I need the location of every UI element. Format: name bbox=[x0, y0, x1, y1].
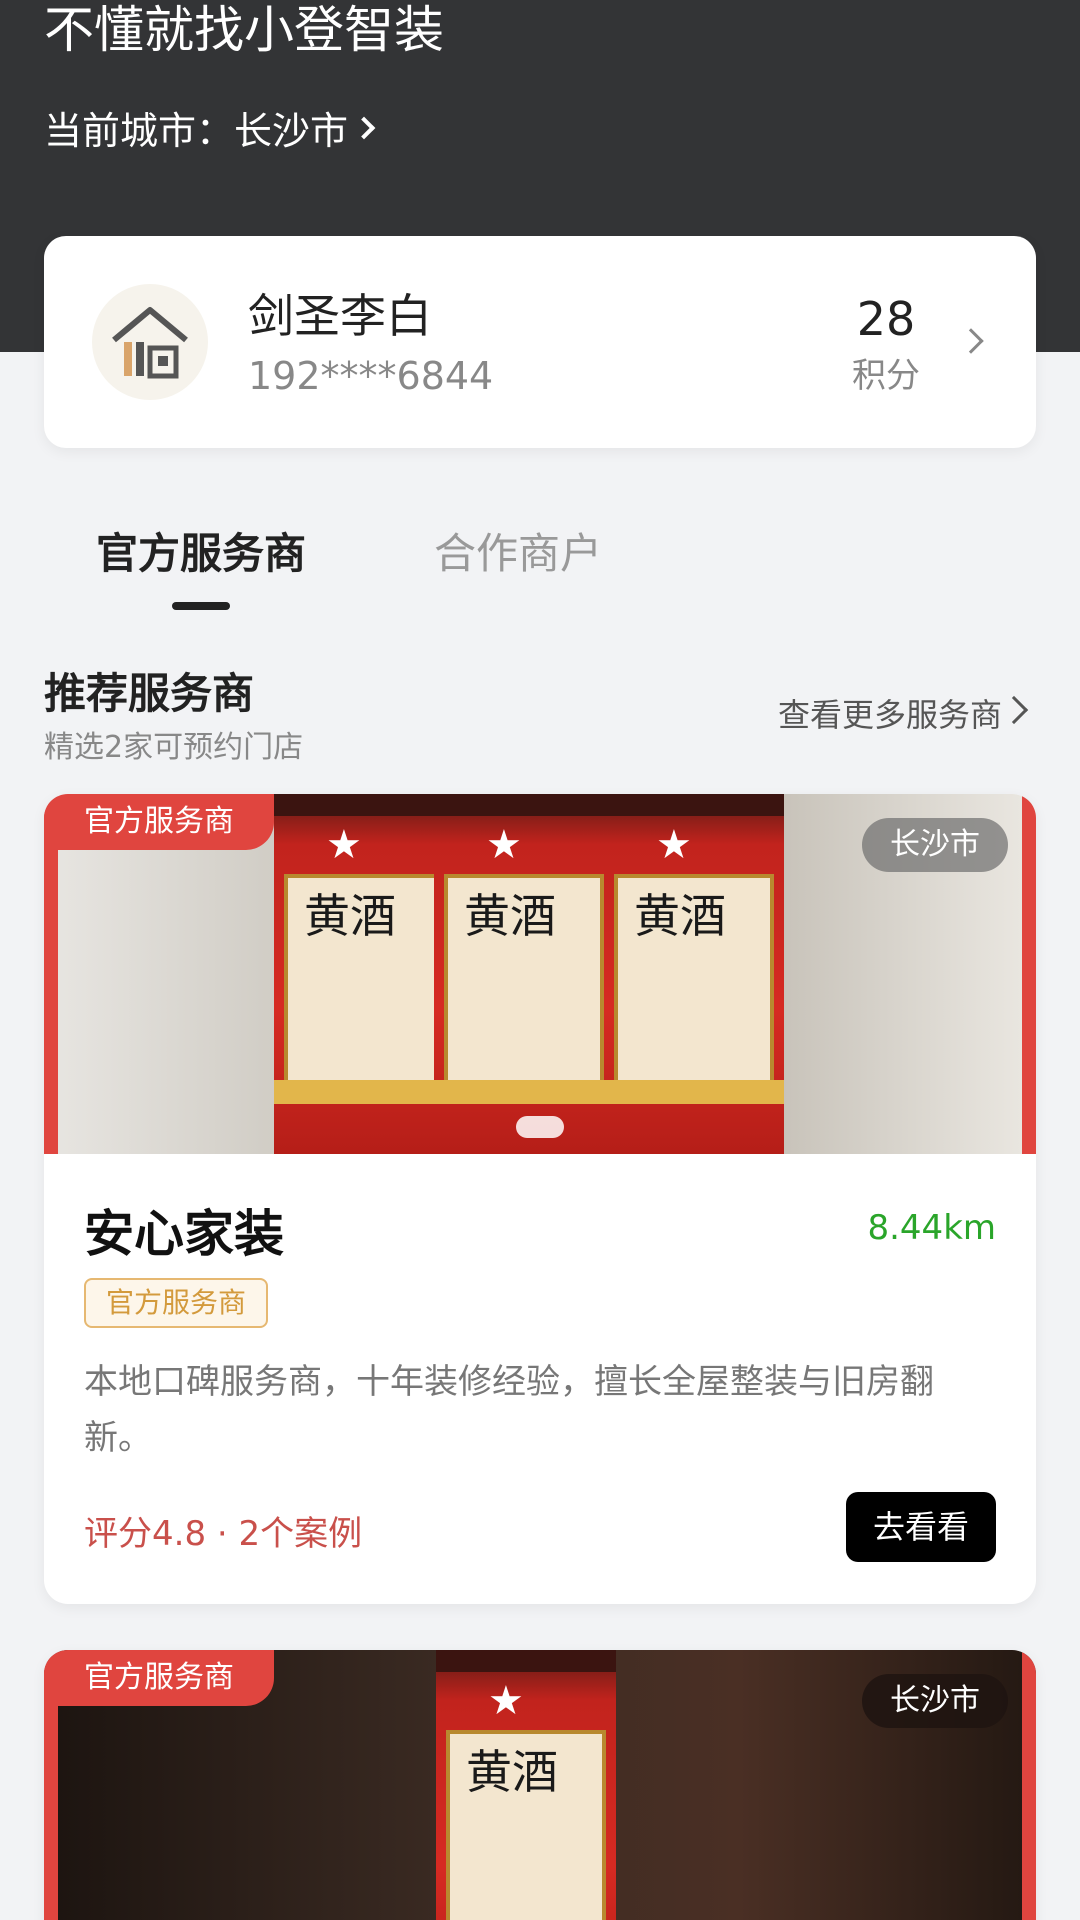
store-card[interactable]: ★ 黄酒 ★ 黄酒 ★ 黄酒 官方服务商 长沙市 安心家装 8.44km 官方服… bbox=[44, 794, 1036, 1604]
store-cover-image: ★ 黄酒 ★ 黄酒 ★ 黄酒 官方服务商 长沙市 bbox=[44, 794, 1036, 1154]
user-phone: 192****6844 bbox=[248, 354, 494, 398]
avatar bbox=[92, 284, 208, 400]
house-icon bbox=[112, 307, 188, 379]
bottle-label: 黄酒 bbox=[466, 1745, 558, 1799]
bottle-label: 黄酒 bbox=[464, 889, 556, 943]
active-tab-indicator bbox=[172, 602, 230, 610]
tab-official-provider[interactable]: 官方服务商 bbox=[96, 520, 306, 581]
store-rating: 评分4.8 · 2个案例 bbox=[84, 1514, 363, 1554]
star-icon: ★ bbox=[488, 1678, 524, 1724]
store-cover-image: ★ 黄酒 官方服务商 长沙市 bbox=[44, 1650, 1036, 1920]
star-icon: ★ bbox=[326, 822, 362, 868]
carousel-indicator bbox=[516, 1116, 564, 1138]
star-icon: ★ bbox=[656, 822, 692, 868]
user-card[interactable]: 剑圣李白 192****6844 28 积分 bbox=[44, 236, 1036, 448]
bottle-label: 黄酒 bbox=[304, 889, 396, 943]
store-name: 安心家装 bbox=[84, 1205, 284, 1263]
official-badge: 官方服务商 bbox=[44, 794, 274, 850]
section-subtitle: 精选2家可预约门店 bbox=[44, 730, 304, 765]
user-name: 剑圣李白 bbox=[248, 289, 432, 343]
store-distance: 8.44km bbox=[867, 1208, 996, 1248]
city-selector[interactable]: 当前城市： 长沙市 bbox=[44, 100, 376, 155]
tab-partner-merchant[interactable]: 合作商户 bbox=[434, 520, 602, 581]
chevron-right-icon bbox=[999, 695, 1029, 725]
bottle-label: 黄酒 bbox=[634, 889, 726, 943]
slogan-text: 不懂就找小登智装 bbox=[44, 1, 444, 59]
chevron-right-icon bbox=[958, 328, 984, 354]
section-title: 推荐服务商 bbox=[44, 669, 255, 718]
store-card[interactable]: ★ 黄酒 官方服务商 长沙市 bbox=[44, 1650, 1036, 1920]
wine-bottle: ★ 黄酒 bbox=[436, 1650, 616, 1920]
city-badge: 长沙市 bbox=[862, 1674, 1008, 1728]
city-badge: 长沙市 bbox=[862, 818, 1008, 872]
store-tag: 官方服务商 bbox=[84, 1278, 269, 1328]
cover-edge bbox=[1022, 794, 1036, 1154]
city-value: 长沙市 bbox=[234, 109, 349, 153]
view-more-providers-link[interactable]: 查看更多服务商 bbox=[778, 690, 1002, 736]
store-description: 本地口碑服务商，十年装修经验，擅长全屋整装与旧房翻新。 bbox=[84, 1362, 934, 1458]
go-see-button[interactable]: 去看看 bbox=[846, 1492, 996, 1562]
wine-bottle: ★ 黄酒 bbox=[604, 794, 784, 1154]
tab-bar: 官方服务商 合作商户 bbox=[0, 520, 1080, 610]
chevron-right-icon bbox=[352, 116, 376, 139]
official-badge: 官方服务商 bbox=[44, 1650, 274, 1706]
wine-bottle: ★ 黄酒 bbox=[274, 794, 454, 1154]
city-label: 当前城市： bbox=[44, 109, 235, 153]
wine-bottle: ★ 黄酒 bbox=[434, 794, 614, 1154]
points-label: 积分 bbox=[852, 356, 920, 396]
cover-edge bbox=[1022, 1650, 1036, 1920]
star-icon: ★ bbox=[486, 822, 522, 868]
points-value: 28 bbox=[856, 292, 916, 346]
